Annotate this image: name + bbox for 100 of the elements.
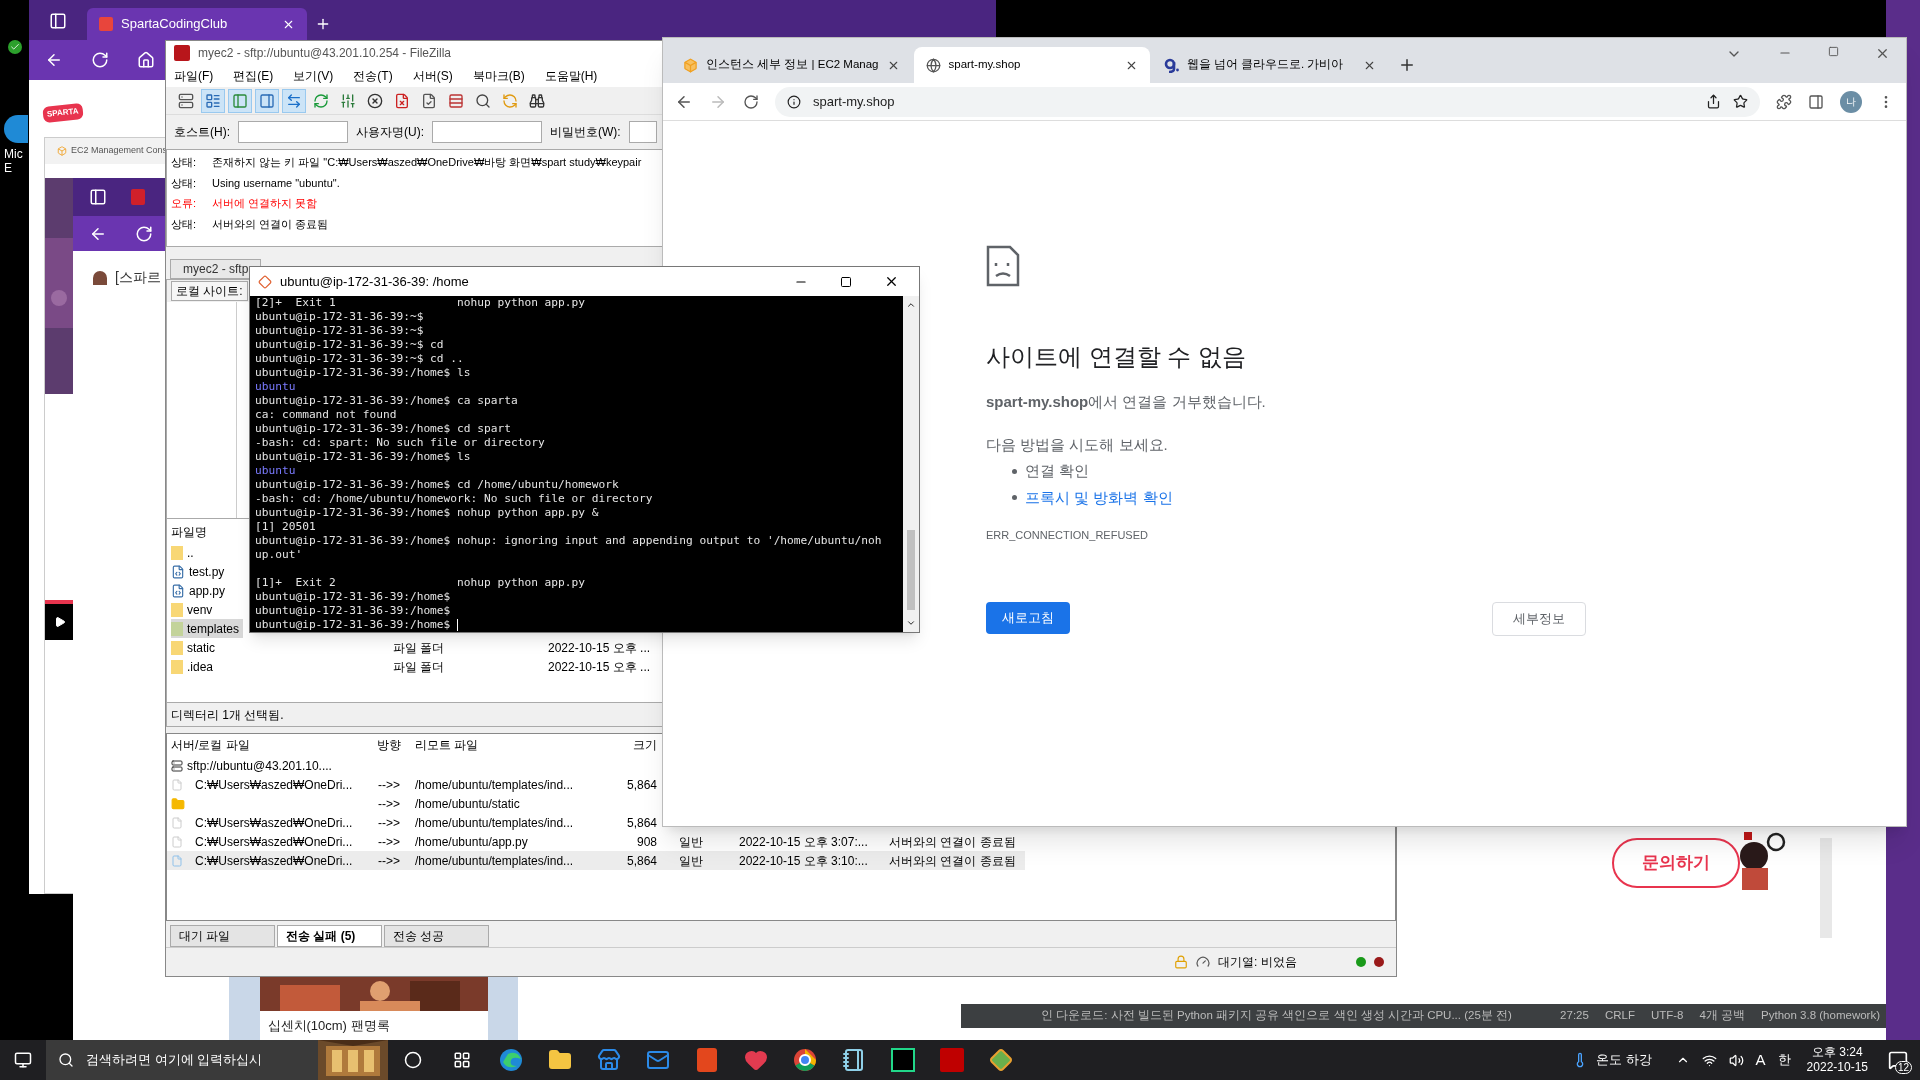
browser-icon[interactable] [792,1048,817,1072]
file-row[interactable]: test.py [171,562,229,581]
file-row[interactable]: .. [171,543,198,562]
file-row[interactable]: venv [171,600,217,619]
field-label: 비밀번호(W): [550,124,621,141]
address-bar[interactable]: spart-my.shop [775,86,1760,117]
reload-icon[interactable] [743,93,759,110]
browser-shortcut-icon[interactable] [4,115,28,143]
tabs-icon[interactable] [49,12,67,30]
queue-row[interactable]: C:₩Users₩aszed₩OneDri... -->> /home/ubuntu/templates/ind... 5,864 일반 2022-10-15 오후 3:10:... 서버와의 연결이 종료됨 [167,851,1025,870]
tabs-icon[interactable] [89,188,107,206]
browser-tab[interactable]: 인스턴스 세부 정보 | EC2 Manag [671,47,912,83]
browser-tab[interactable]: spart-my.shop [913,47,1150,83]
new-tab-icon[interactable] [315,16,331,32]
folder-icon [171,621,183,636]
remote-file: /home/ubuntu/app.py [415,833,529,851]
play-icon[interactable] [53,616,66,628]
file-type: 파일 폴더 [393,639,446,657]
input-mode[interactable]: A [1755,1048,1766,1072]
queue-row[interactable]: C:₩Users₩aszed₩OneDri... -->> /home/ubuntu/templates/ind... 5,864 [167,813,657,832]
extensions-icon[interactable] [1776,93,1792,110]
app-icon[interactable] [890,1048,915,1072]
notebook-icon[interactable] [841,1048,866,1072]
file-row[interactable]: .idea 파일 폴더 2022-10-15 오후 ... [171,657,661,676]
file-row[interactable]: static 파일 폴더 2022-10-15 오후 ... [171,638,661,657]
mail-icon[interactable] [645,1048,670,1072]
network-icon[interactable] [1701,1052,1717,1068]
error-message: spart-my.shop에서 연결을 거부했습니다. [986,392,1267,412]
search-icon [58,1052,74,1068]
file-name: venv [187,601,213,619]
search-field[interactable]: 검색하려면 여기에 입력하십시 [46,1040,318,1080]
volume-icon[interactable] [1728,1052,1744,1068]
menu-item[interactable]: 도움말(H) [544,67,598,85]
input-field[interactable] [432,121,542,143]
cube-icon [683,57,698,73]
direction: -->> [377,776,401,794]
local-file: C:₩Users₩aszed₩OneDri... [194,776,353,794]
file-name: .. [187,544,194,562]
start-icon[interactable] [14,1051,32,1069]
back-icon[interactable] [45,51,63,69]
circle-icon[interactable] [403,1051,422,1069]
folder-icon[interactable] [547,1048,572,1072]
maximize-icon[interactable] [840,275,852,288]
contact-button[interactable]: 문의하기 [1612,838,1740,888]
queue-tab[interactable]: 전송 실패 (5) [277,925,382,947]
app-logo-icon [174,45,190,61]
field-label: 사용자명(U): [356,124,424,141]
status-text: Python 3.8 (homework) [1761,1008,1880,1024]
queue-tab[interactable]: 대기 파일 [170,925,275,947]
browser-tab[interactable]: SpartaCodingClub [87,8,307,40]
diamond-icon[interactable] [988,1048,1013,1072]
bullet-icon [1012,495,1017,501]
task-view-icon[interactable] [452,1051,471,1069]
reload-icon[interactable] [135,224,153,243]
app-logo-icon [99,17,113,31]
star-icon[interactable] [1733,94,1748,109]
bullet-icon [1012,468,1017,474]
side-panel-icon[interactable] [1808,93,1824,110]
scroll-thumb[interactable] [907,530,915,610]
queue-row[interactable]: -->> /home/ubuntu/static [167,794,657,813]
toolbar-button[interactable] [201,88,225,113]
file-row[interactable]: app.py [171,581,230,600]
menu-item[interactable]: 보기(V) [293,67,334,85]
close-icon[interactable] [884,274,899,289]
scroll-down-icon[interactable] [906,618,916,628]
menu-item[interactable]: 북마크(B) [472,67,525,85]
input-field[interactable] [628,121,657,143]
browser-tab[interactable]: 웹을 넘어 클라우드로. 가비아 [1151,47,1388,83]
column-header: 파일명 [171,525,207,539]
browser-icon[interactable] [498,1048,523,1072]
heart-icon[interactable] [743,1048,768,1072]
menu-item[interactable]: 파일(F) [174,67,214,85]
clock[interactable]: 오후 3:24 2022-10-15 [1806,1045,1868,1075]
queue-row[interactable]: sftp://ubuntu@43.201.10.... [167,756,657,775]
log-label: 오류: [171,196,197,211]
queue-tab[interactable]: 전송 성공 [384,925,489,947]
refresh-icon [313,92,329,109]
scrollbar[interactable] [903,296,919,632]
swap-arrows-icon [286,92,302,109]
menu-item[interactable]: 전송(T) [353,67,393,85]
input-language[interactable]: 한 [1777,1050,1791,1070]
file-icon [171,815,183,830]
file-icon [171,853,183,868]
file-size: 5,864 [625,852,657,870]
home-icon[interactable] [137,51,155,69]
details-button[interactable]: 세부정보 [1492,601,1586,636]
column-header: 크기 [632,737,657,754]
share-icon[interactable] [1706,94,1721,109]
input-field[interactable] [238,121,348,143]
scroll-up-icon[interactable] [906,300,916,310]
scrollbar[interactable] [1820,838,1832,938]
queue-row[interactable]: C:₩Users₩aszed₩OneDri... -->> /home/ubuntu/templates/ind... 5,864 [167,775,657,794]
store-icon[interactable] [596,1048,621,1072]
menu-item[interactable]: 편집(E) [233,67,274,85]
file-row[interactable]: templates [171,619,244,638]
menu-item[interactable]: 서버(S) [412,67,453,85]
suggestion-link[interactable]: 프록시 및 방화벽 확인 [1025,486,1173,509]
queue-row[interactable]: C:₩Users₩aszed₩OneDri... -->> /home/ubuntu/app.py 908 일반 2022-10-15 오후 3:07:... 서버와의 연결이 종료됨 [167,832,1025,851]
reload-button[interactable]: 새로고침 [986,601,1070,634]
site-tab[interactable]: myec2 - sftp [170,259,262,279]
